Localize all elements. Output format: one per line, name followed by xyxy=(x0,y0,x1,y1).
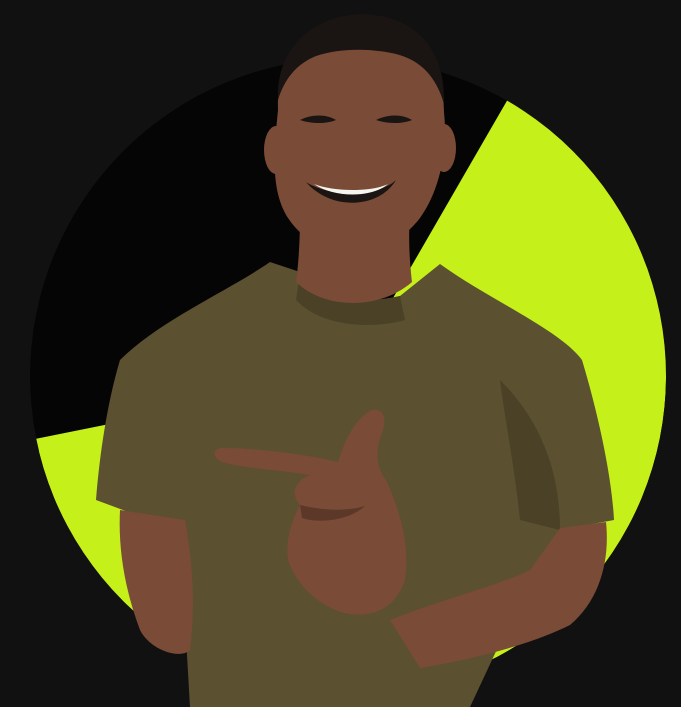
hero-image xyxy=(0,0,681,707)
portrait-illustration xyxy=(30,14,666,707)
left-arm xyxy=(119,510,193,654)
left-ear xyxy=(264,126,288,174)
right-ear xyxy=(432,124,456,172)
